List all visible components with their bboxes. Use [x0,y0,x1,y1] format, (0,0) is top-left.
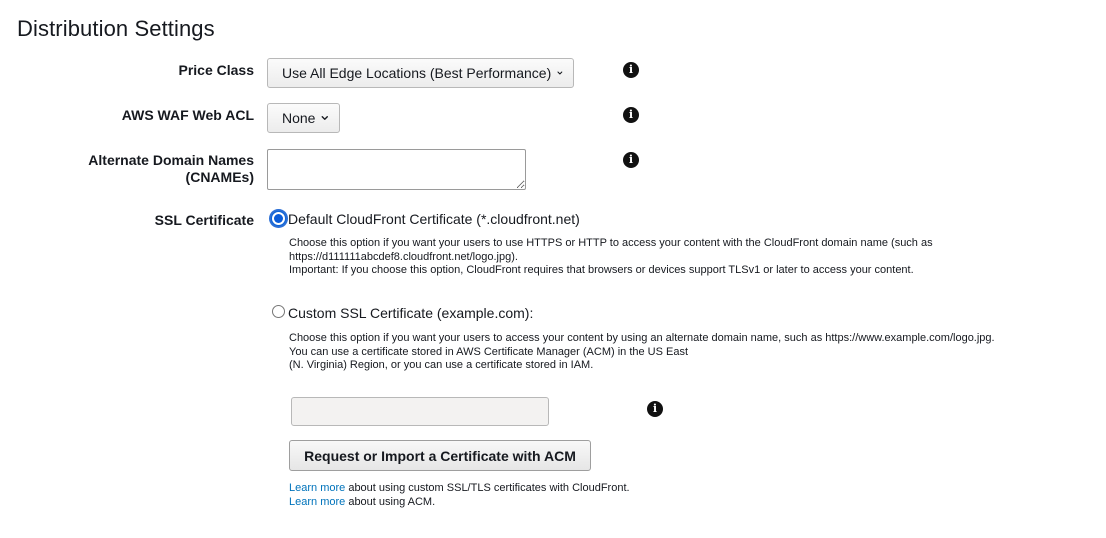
default-certificate-label[interactable]: Default CloudFront Certificate (*.cloudf… [288,211,580,227]
learn-more-acm-link[interactable]: Learn more [289,496,345,508]
price-class-select[interactable]: Use All Edge Locations (Best Performance… [267,58,574,88]
custom-certificate-info-icon[interactable]: i [647,401,663,417]
custom-desc-line2: You can use a certificate stored in AWS … [289,345,689,358]
cnames-info-icon[interactable]: i [623,152,639,168]
custom-desc-line3: (N. Virginia) Region, or you can use a c… [289,359,594,371]
price-class-value: Use All Edge Locations (Best Performance… [282,65,552,81]
custom-certificate-radio[interactable] [272,305,285,318]
default-desc-line1: Choose this option if you want your user… [289,237,933,249]
learn-more-ssl-text: about using custom SSL/TLS certificates … [345,482,630,494]
custom-certificate-description: Choose this option if you want your user… [289,332,1089,373]
custom-desc-line1: Choose this option if you want your user… [289,332,995,344]
cnames-label: Alternate Domain Names (CNAMEs) [0,152,254,186]
waf-value: None [282,110,316,126]
ssl-certificate-label: SSL Certificate [154,212,254,228]
cnames-label-line2: (CNAMEs) [185,169,254,185]
request-import-certificate-button[interactable]: Request or Import a Certificate with ACM [289,440,591,471]
chevron-down-icon [557,71,563,75]
default-desc-line2: https://d111111abcdef8.cloudfront.net/lo… [289,250,518,263]
price-class-label: Price Class [178,62,255,78]
learn-more-acm-text: about using ACM. [345,496,436,508]
chevron-down-icon [322,116,329,120]
custom-certificate-input[interactable] [291,397,549,426]
learn-more-ssl-link[interactable]: Learn more [289,482,345,494]
default-certificate-description: Choose this option if you want your user… [289,237,1089,278]
custom-certificate-label[interactable]: Custom SSL Certificate (example.com): [288,305,533,321]
learn-more-ssl-line: Learn more about using custom SSL/TLS ce… [289,481,630,495]
section-title: Distribution Settings [17,16,215,41]
cnames-textarea[interactable] [267,149,526,190]
cnames-label-line1: Alternate Domain Names [88,152,254,168]
price-class-info-icon[interactable]: i [623,62,639,78]
waf-info-icon[interactable]: i [623,107,639,123]
learn-more-acm-line: Learn more about using ACM. [289,495,435,509]
default-desc-line3: Important: If you choose this option, Cl… [289,264,914,276]
waf-select[interactable]: None [267,103,340,133]
waf-label: AWS WAF Web ACL [121,107,254,123]
default-certificate-radio[interactable] [271,211,286,226]
